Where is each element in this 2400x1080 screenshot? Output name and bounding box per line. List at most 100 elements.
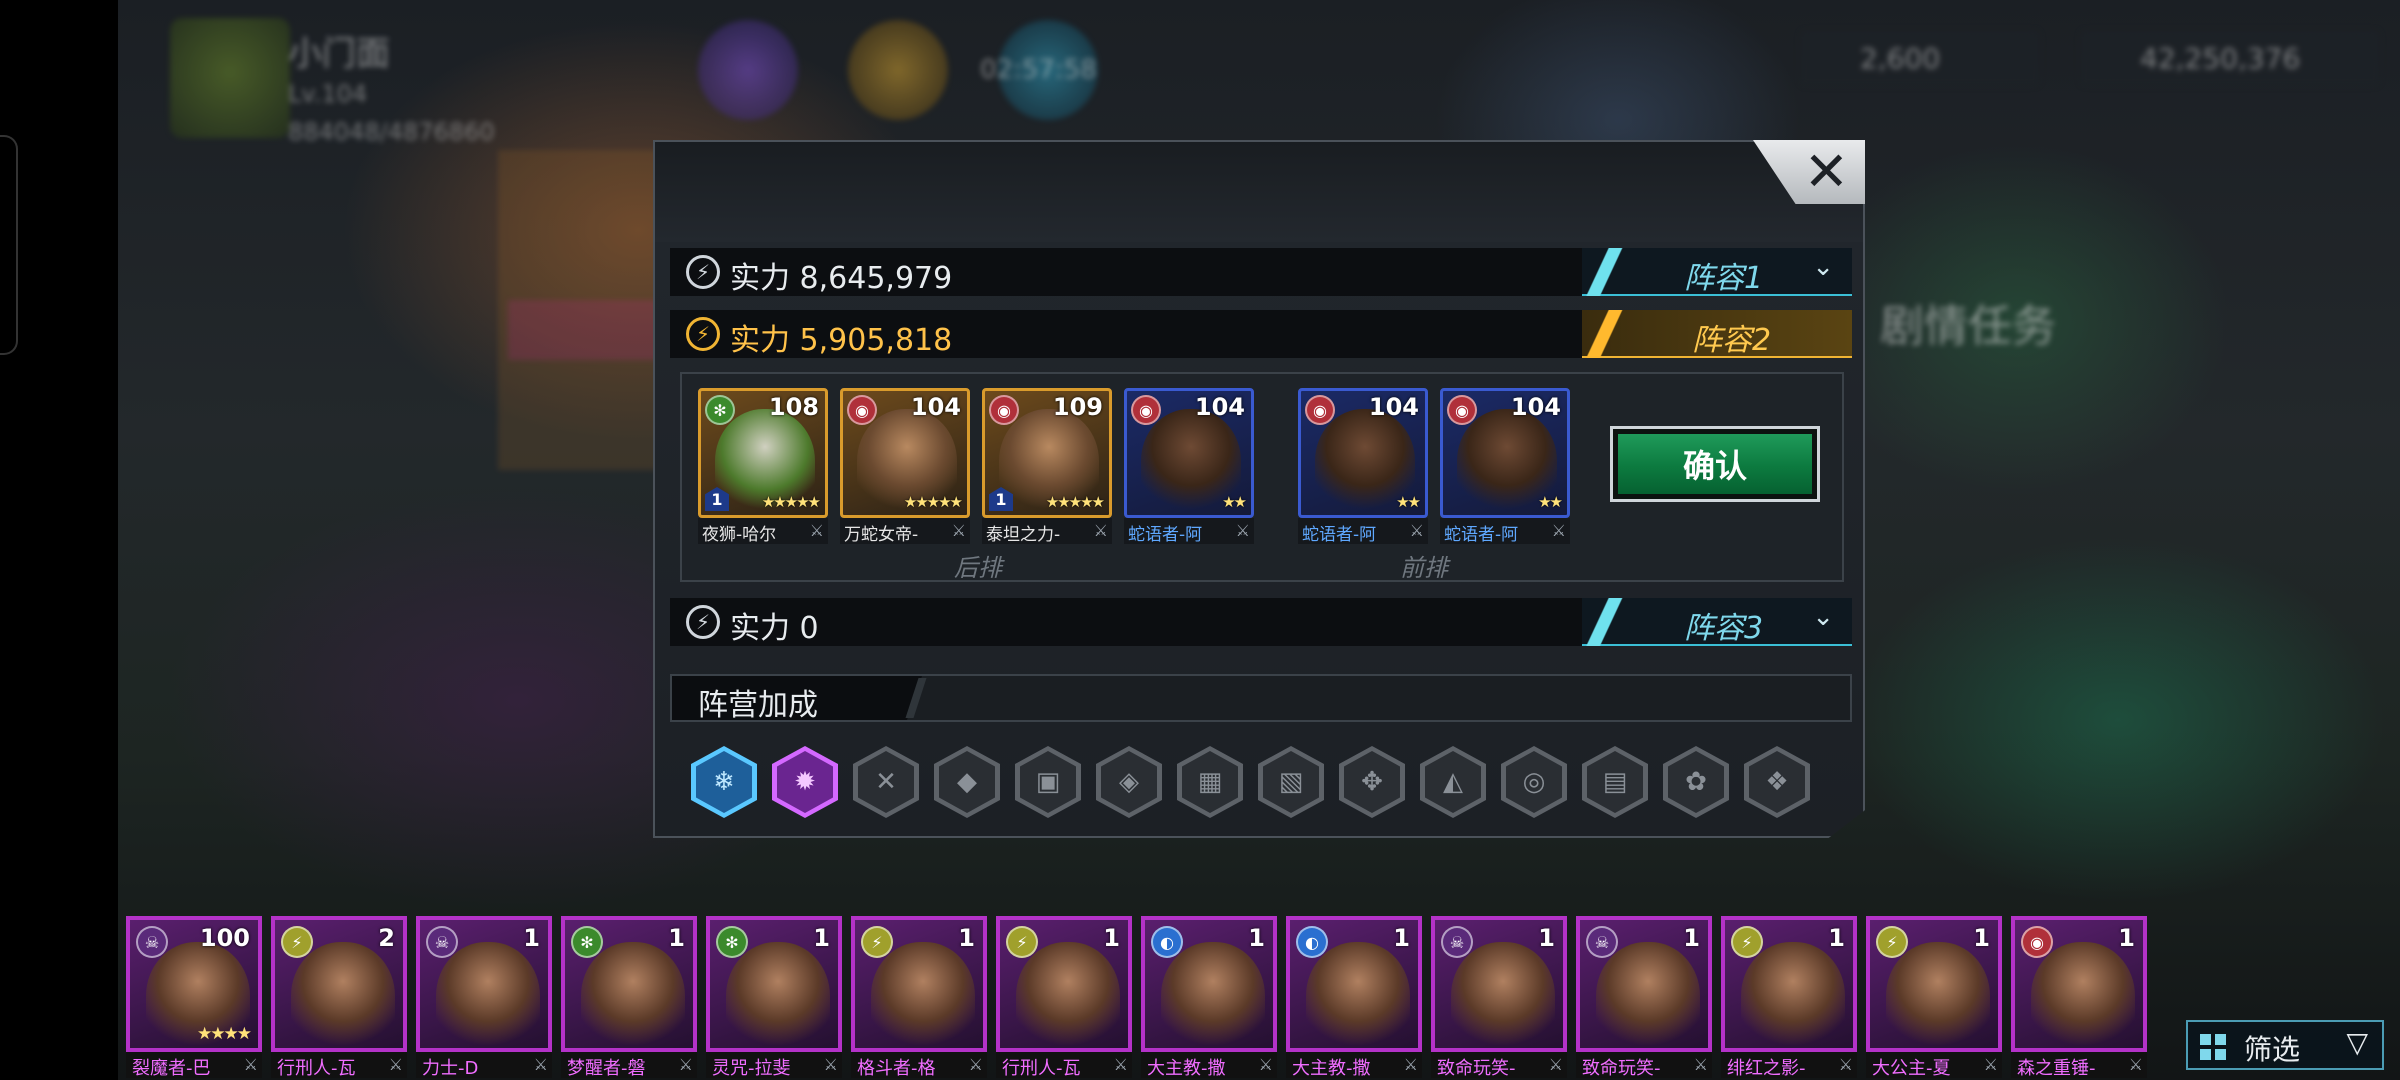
class-icon: ⚔ (951, 521, 966, 540)
team-row-3[interactable]: ⚡ 实力 0 阵容3 ⌄ (670, 598, 1852, 646)
bg-player-avatar (170, 18, 290, 138)
faction-bonus-icon[interactable]: ▧ (1258, 746, 1324, 818)
class-icon: ⚔ (243, 1055, 258, 1074)
faction-bonus-icon[interactable]: ✹ (772, 746, 838, 818)
roster-hero-card[interactable]: ☠ 1 致命玩笑- ⚔ (1431, 916, 1567, 1079)
faction-bonus-icon[interactable]: ◭ (1420, 746, 1486, 818)
nature-faction-icon: ✻ (571, 926, 603, 958)
nature-faction-icon: ✻ (716, 926, 748, 958)
faction-bonus-icon[interactable]: ▤ (1582, 746, 1648, 818)
hero-name: 大公主-夏 (1872, 1058, 1951, 1079)
hero-portrait (1886, 942, 1990, 1048)
formation-panel: 后排 前排 确认 ✻ 108 1 ★★★★★ 夜狮-哈尔 ⚔ ◉ 104 ★★★★★ 万蛇女帝- ⚔… (680, 372, 1844, 582)
roster-hero-card[interactable]: ⚡ 1 大公主-夏 ⚔ (1866, 916, 2002, 1079)
team-power-label: 实力 5,905,818 (730, 323, 953, 358)
formation-hero-card[interactable]: ✻ 108 1 ★★★★★ 夜狮-哈尔 ⚔ (698, 388, 828, 545)
faction-bonus-icon[interactable]: ❖ (1744, 746, 1810, 818)
hero-portrait (291, 942, 395, 1048)
formation-hero-card[interactable]: ◉ 104 ★★ 蛇语者-阿 ⚔ (1440, 388, 1570, 545)
hero-portrait-frame: ✻ 1 (561, 916, 697, 1052)
hero-level: 1 (2118, 924, 2135, 952)
hero-namebar: 致命玩笑- ⚔ (1576, 1052, 1712, 1079)
roster-hero-card[interactable]: ✻ 1 梦醒者-磐 ⚔ (561, 916, 697, 1079)
faction-bonus-icon[interactable]: ◎ (1501, 746, 1567, 818)
faction-bonus-icon[interactable]: ❄ (691, 746, 757, 818)
roster-hero-card[interactable]: ◐ 1 大主教-撒 ⚔ (1141, 916, 1277, 1079)
team-row-2[interactable]: ⚡ 实力 5,905,818 阵容2 (670, 310, 1852, 358)
hero-portrait (581, 942, 685, 1048)
tab-team-3[interactable]: 阵容3 ⌄ (1582, 598, 1852, 646)
hero-name: 大主教-撒 (1292, 1058, 1371, 1079)
hero-portrait (871, 942, 975, 1048)
faction-bonus-label: 阵营加成 (698, 688, 818, 723)
formation-hero-card[interactable]: ◉ 109 1 ★★★★★ 泰坦之力- ⚔ (982, 388, 1112, 545)
hero-namebar: 力士-D ⚔ (416, 1052, 552, 1079)
hero-name: 大主教-撒 (1147, 1058, 1226, 1079)
hero-portrait-frame: ◉ 104 ★★ (1440, 388, 1570, 518)
close-button[interactable]: ✕ (1753, 140, 1865, 204)
bg-gold-counter: 42,250,376 (2080, 30, 2380, 86)
hero-level: 1 (958, 924, 975, 952)
faction-bonus-icon[interactable]: ◈ (1096, 746, 1162, 818)
hero-portrait-frame: ⚡ 1 (851, 916, 987, 1052)
roster-hero-card[interactable]: ⚡ 2 行刑人-瓦 ⚔ (271, 916, 407, 1079)
confirm-button-label: 确认 (1618, 434, 1812, 494)
faction-glyph-icon: ✕ (858, 751, 914, 813)
bg-gem-counter: 2,600 (1800, 30, 2040, 86)
class-icon: ⚔ (678, 1055, 693, 1074)
faction-bonus-icon[interactable]: ✕ (853, 746, 919, 818)
faction-bonus-icon[interactable]: ▦ (1177, 746, 1243, 818)
hero-portrait-frame: ◉ 104 ★★ (1124, 388, 1254, 518)
hero-name: 蛇语者-阿 (1128, 525, 1203, 545)
hero-namebar: 蛇语者-阿 ⚔ (1124, 518, 1254, 545)
hero-name: 灵咒-拉斐 (712, 1058, 791, 1079)
faction-glyph-icon: ▤ (1587, 751, 1643, 813)
bg-player-name: 小门面 (288, 34, 390, 74)
roster-hero-card[interactable]: ◐ 1 大主教-撒 ⚔ (1286, 916, 1422, 1079)
order-faction-icon: ⚡ (1876, 926, 1908, 958)
faction-bonus-icon[interactable]: ✿ (1663, 746, 1729, 818)
star-rating: ★★★★ (197, 1024, 252, 1044)
roster-hero-card[interactable]: ☠ 1 力士-D ⚔ (416, 916, 552, 1079)
team-row-1[interactable]: ⚡ 实力 8,645,979 阵容1 ⌄ (670, 248, 1852, 296)
faction-bonus-icon[interactable]: ▣ (1015, 746, 1081, 818)
back-row-label: 后排 (954, 554, 1002, 582)
confirm-button[interactable]: 确认 (1610, 426, 1820, 502)
hero-level: 104 (1510, 393, 1561, 421)
star-rating: ★★ (1222, 493, 1247, 511)
formation-hero-card[interactable]: ◉ 104 ★★★★★ 万蛇女帝- ⚔ (840, 388, 970, 545)
roster-hero-card[interactable]: ☠ 1 致命玩笑- ⚔ (1576, 916, 1712, 1079)
hero-level: 108 (768, 393, 819, 421)
faction-glyph-icon: ✿ (1668, 751, 1724, 813)
tab-team-2[interactable]: 阵容2 (1582, 310, 1852, 358)
faction-bonus-icon[interactable]: ✥ (1339, 746, 1405, 818)
chaos-faction-icon: ◉ (989, 395, 1019, 425)
class-icon: ⚔ (1258, 1055, 1273, 1074)
roster-hero-card[interactable]: ✻ 1 灵咒-拉斐 ⚔ (706, 916, 842, 1079)
hero-portrait-frame: ⚡ 2 (271, 916, 407, 1052)
tab-team-1[interactable]: 阵容1 ⌄ (1582, 248, 1852, 296)
roster-hero-card[interactable]: ⚡ 1 格斗者-格 ⚔ (851, 916, 987, 1079)
class-icon: ⚔ (1693, 1055, 1708, 1074)
hero-namebar: 蛇语者-阿 ⚔ (1440, 518, 1570, 545)
roster-hero-card[interactable]: ⚡ 1 绯红之影- ⚔ (1721, 916, 1857, 1079)
hero-namebar: 森之重锤- ⚔ (2011, 1052, 2147, 1079)
formation-hero-card[interactable]: ◉ 104 ★★ 蛇语者-阿 ⚔ (1124, 388, 1254, 545)
bg-player-exp: 884048/4876860 (288, 118, 495, 146)
formation-hero-card[interactable]: ◉ 104 ★★ 蛇语者-阿 ⚔ (1298, 388, 1428, 545)
hero-level: 1 (1248, 924, 1265, 952)
hero-name: 力士-D (422, 1058, 479, 1079)
class-icon: ⚔ (1409, 521, 1424, 540)
hero-portrait-frame: ☠ 1 (416, 916, 552, 1052)
hero-level: 1 (1538, 924, 1555, 952)
triangle-down-icon: ▽ (2346, 1026, 2368, 1059)
filter-button[interactable]: 筛选 ▽ (2186, 1020, 2384, 1070)
faction-bonus-icon[interactable]: ◆ (934, 746, 1000, 818)
hero-name: 绯红之影- (1727, 1058, 1806, 1079)
faction-glyph-icon: ◆ (939, 751, 995, 813)
hero-namebar: 夜狮-哈尔 ⚔ (698, 518, 828, 545)
roster-hero-card[interactable]: ⚡ 1 行刑人-瓦 ⚔ (996, 916, 1132, 1079)
roster-hero-card[interactable]: ☠ 100 ★★★★ 裂魔者-巴 ⚔ (126, 916, 262, 1079)
roster-hero-card[interactable]: ◉ 1 森之重锤- ⚔ (2011, 916, 2147, 1079)
hero-level: 1 (1973, 924, 1990, 952)
